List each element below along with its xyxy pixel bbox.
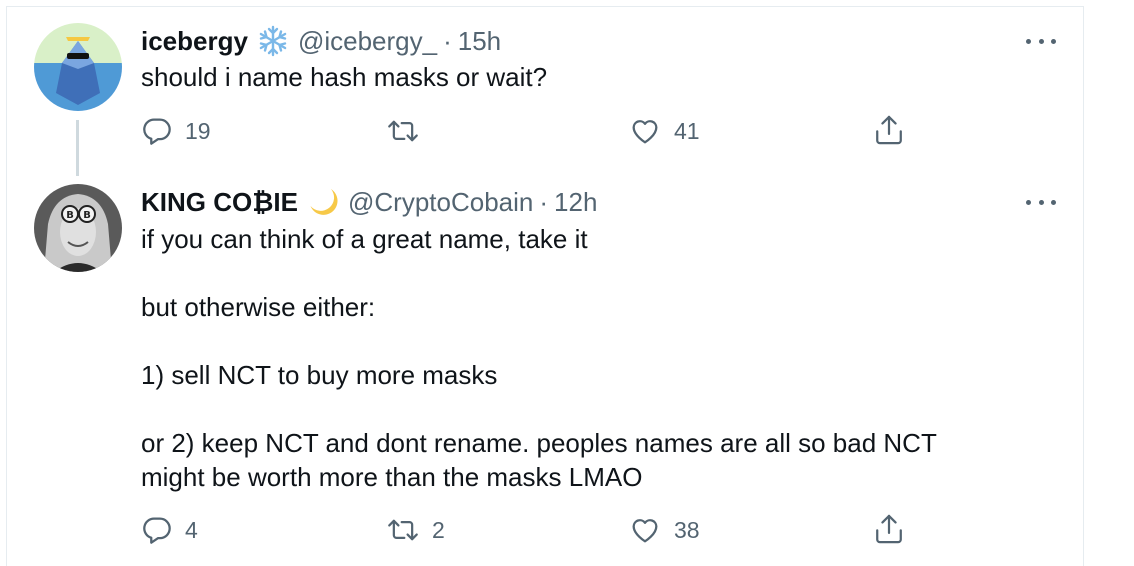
timestamp[interactable]: 12h bbox=[554, 187, 597, 218]
retweet-button[interactable] bbox=[386, 115, 432, 147]
avatar-cryptocobain[interactable]: B B bbox=[34, 184, 122, 272]
share-icon bbox=[876, 514, 902, 544]
share-icon bbox=[876, 115, 902, 145]
separator-dot: · bbox=[539, 186, 549, 217]
snowflake-icon bbox=[256, 24, 290, 58]
heart-icon bbox=[632, 120, 658, 144]
reply-icon bbox=[143, 118, 171, 145]
like-button[interactable]: 38 bbox=[628, 514, 700, 546]
more-options-icon[interactable] bbox=[1026, 196, 1056, 208]
svg-text:B: B bbox=[66, 210, 74, 221]
reply-icon bbox=[143, 517, 171, 544]
display-name[interactable]: icebergy bbox=[141, 26, 248, 57]
like-count: 38 bbox=[674, 516, 700, 543]
like-button[interactable]: 41 bbox=[628, 115, 700, 147]
like-count: 41 bbox=[674, 117, 700, 144]
avatar-icebergy[interactable] bbox=[34, 23, 122, 111]
thread-connector-line bbox=[76, 120, 79, 176]
reply-count: 19 bbox=[185, 117, 211, 144]
retweet-button[interactable]: 2 bbox=[386, 514, 445, 546]
crescent-moon-icon bbox=[306, 185, 340, 219]
reply-button[interactable]: 4 bbox=[141, 514, 198, 546]
tweet-1-header: icebergy @icebergy_ · 15h bbox=[141, 24, 501, 58]
tweet-2-header: KING CO₿IE @CryptoCobain · 12h bbox=[141, 185, 597, 219]
separator-dot: · bbox=[443, 25, 452, 56]
reply-button[interactable]: 19 bbox=[141, 115, 211, 147]
reply-count: 4 bbox=[185, 516, 198, 543]
svg-text:B: B bbox=[83, 210, 91, 221]
share-button[interactable] bbox=[873, 512, 905, 546]
heart-icon bbox=[632, 519, 658, 543]
retweet-icon bbox=[388, 519, 418, 541]
handle[interactable]: @icebergy_ bbox=[298, 26, 437, 57]
tweet-text: should i name hash masks or wait? bbox=[141, 62, 548, 92]
retweet-icon bbox=[388, 120, 418, 142]
tweet-text: if you can think of a great name, take i… bbox=[141, 224, 937, 492]
display-name[interactable]: KING CO₿IE bbox=[141, 187, 298, 218]
share-button[interactable] bbox=[873, 113, 905, 147]
more-options-icon[interactable] bbox=[1026, 35, 1056, 47]
handle[interactable]: @CryptoCobain bbox=[348, 187, 533, 218]
retweet-count: 2 bbox=[432, 516, 445, 543]
timestamp[interactable]: 15h bbox=[458, 26, 501, 57]
